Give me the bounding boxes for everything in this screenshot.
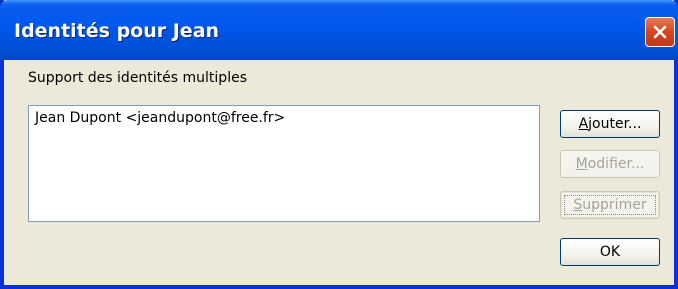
delete-button[interactable]: Supprimer [560,191,660,219]
ok-button-label: OK [599,244,621,260]
title-bar[interactable]: Identités pour Jean [0,0,678,60]
delete-button-label: upprimer [582,197,647,213]
close-icon [653,25,667,39]
modify-button[interactable]: Modifier... [560,150,660,178]
identities-dialog: Identités pour Jean Support des identité… [0,0,678,289]
close-button[interactable] [645,17,675,47]
add-button-mnemonic: A [578,116,589,132]
modify-button-mnemonic: M [575,156,588,172]
delete-button-mnemonic: S [573,197,583,213]
identity-list[interactable]: Jean Dupont <jeandupont@free.fr> [28,105,540,222]
add-button-label: jouter... [588,116,642,132]
dialog-body: Support des identités multiples Jean Dup… [4,60,674,285]
ok-button[interactable]: OK [560,238,660,266]
list-item[interactable]: Jean Dupont <jeandupont@free.fr> [35,110,285,126]
modify-button-label: odifier... [587,156,645,172]
window-title: Identités pour Jean [14,20,220,42]
add-button[interactable]: Ajouter... [560,110,660,138]
section-label: Support des identités multiples [28,70,247,86]
